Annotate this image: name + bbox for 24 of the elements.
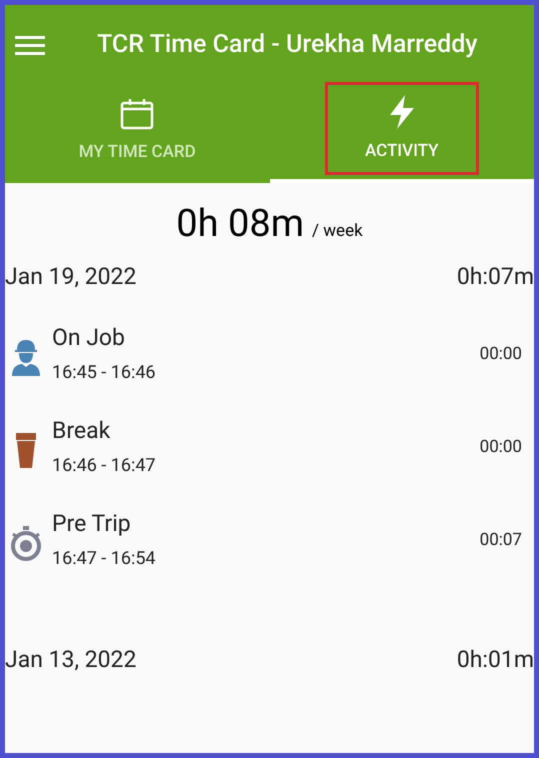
day-total: 0h:01m [456,645,534,676]
stopwatch-icon [10,525,42,561]
time-range: 16:45 - 16:46 [52,360,157,385]
date-heading: Jan 13, 2022 [5,645,136,676]
activity-name: Break [52,417,112,446]
activity-name: On Job [52,324,126,353]
worker-icon [10,338,42,376]
weekly-total: 0h 08m [176,205,304,243]
activity-name: Pre Trip [52,510,132,539]
calendar-icon [120,98,154,130]
app-title: TCR Time Card - Urekha Marreddy [97,29,478,62]
tab[interactable]: ACTIVITY [324,82,479,175]
activity-duration: 00:00 [480,436,522,460]
coffee-cup-icon [13,431,39,469]
day-total: 0h:07m [456,262,534,292]
activity-duration: 00:07 [480,529,522,552]
time-range: 16:46 - 16:47 [52,454,157,478]
time-range: 16:47 - 16:54 [52,546,157,571]
menu-icon[interactable] [15,36,45,54]
activity-duration: 00:00 [480,343,522,366]
tab[interactable]: MY TIME CARD [60,85,214,178]
lightning-icon [388,95,416,129]
total-unit: / week [312,220,363,243]
date-heading: Jan 19, 2022 [5,262,136,292]
